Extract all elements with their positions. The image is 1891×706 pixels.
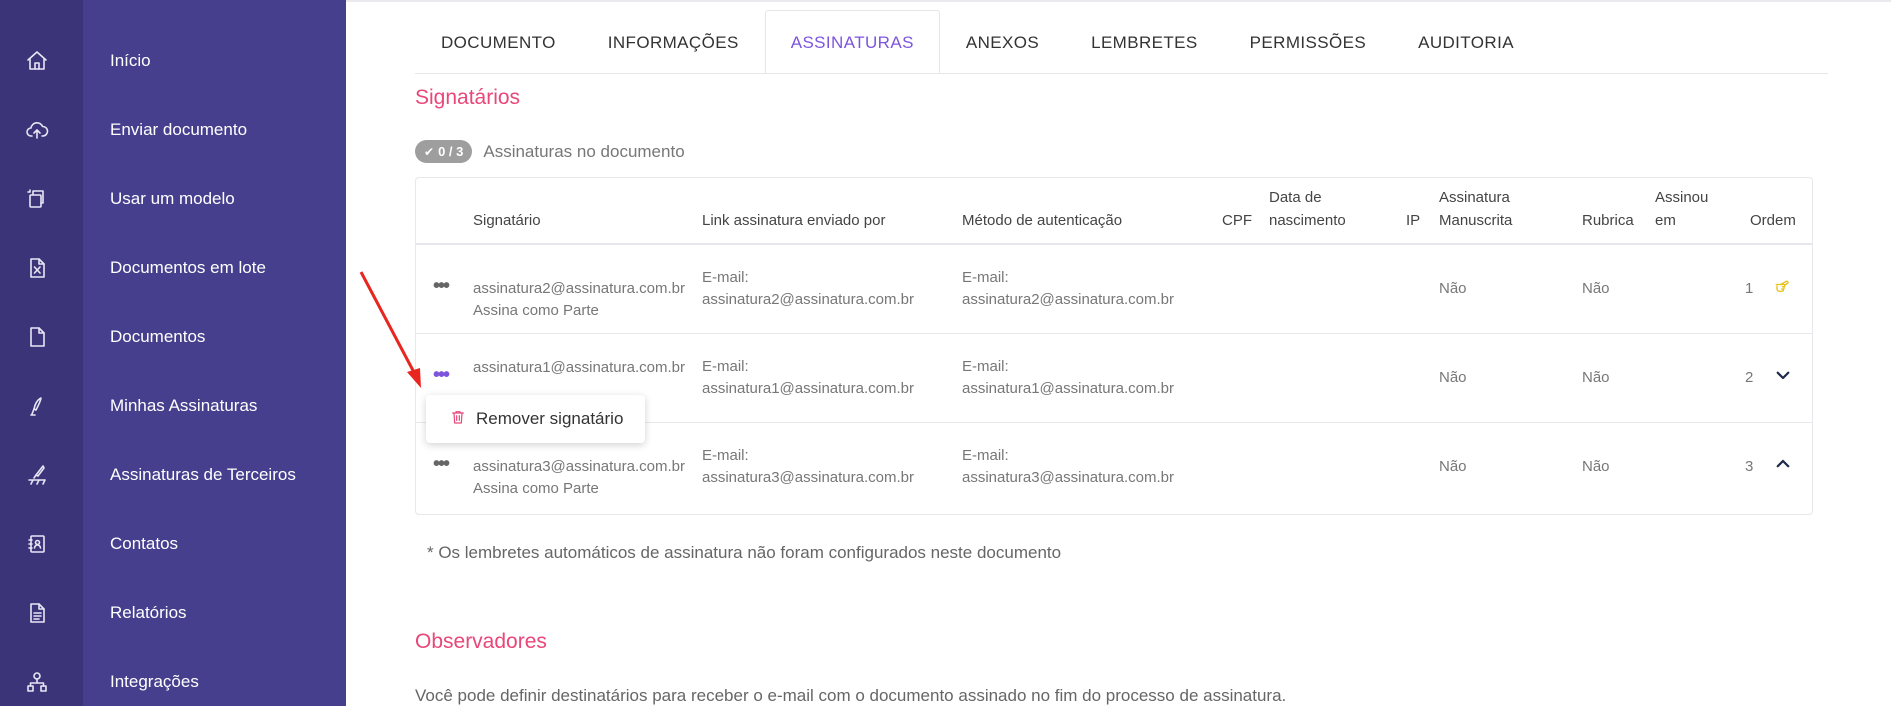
link-type: E-mail: [702,447,749,464]
app-root: Início Enviar documento Usar um modelo D… [0,0,1891,706]
ordem-value: 2 [1745,369,1754,386]
pointing-hand-icon[interactable] [1772,275,1794,297]
col-assinou: Assinou em [1655,189,1709,229]
sidebar-item-label: Enviar documento [110,119,248,139]
third-party-sign-icon [24,462,50,488]
sidebar-item-label: Início [110,50,151,70]
sidebar-item-label: Assinaturas de Terceiros [110,464,296,484]
link-type: E-mail: [702,269,749,286]
table-header: Signatário Link assinatura enviado por M… [416,178,1812,245]
auth-type: E-mail: [962,269,1009,286]
report-icon [24,600,50,626]
template-icon [24,186,50,212]
tab-documento[interactable]: DOCUMENTO [415,10,582,74]
table-row: ••• assinatura2@assinatura.com.br Assina… [416,245,1812,334]
tab-auditoria[interactable]: AUDITORIA [1392,10,1540,74]
file-icon [24,324,50,350]
reminders-note: * Os lembretes automáticos de assinatura… [427,543,1062,562]
signatory-role: Assina como Parte [473,302,599,319]
home-icon [24,48,50,74]
tab-lembretes[interactable]: LEMBRETES [1065,10,1224,74]
rubrica-value: Não [1582,369,1610,386]
signature-count-badge: ✔ 0 / 3 [415,140,473,163]
sidebar-item-label: Minhas Assinaturas [110,395,258,415]
col-rubrica: Rubrica [1582,212,1634,229]
tab-anexos[interactable]: ANEXOS [940,10,1065,74]
top-divider [346,0,1891,2]
sidebar-item-documentos[interactable]: Documentos [0,302,346,371]
integrations-icon [24,669,50,695]
sidebar-item-integracoes[interactable]: Integrações [0,647,346,706]
signatory-email: assinatura1@assinatura.com.br [473,359,685,376]
auth-type: E-mail: [962,358,1009,375]
auth-email: assinatura3@assinatura.com.br [962,469,1174,486]
sidebar-item-label: Contatos [110,533,179,553]
document-tabs: DOCUMENTO INFORMAÇÕES ASSINATURAS ANEXOS… [415,10,1540,74]
signatories-title: Signatários [415,86,521,109]
col-manuscrita: Assinatura Manuscrita [1439,189,1513,229]
auth-type: E-mail: [962,447,1009,464]
signatory-email: assinatura2@assinatura.com.br [473,280,685,297]
tab-permissoes[interactable]: PERMISSÕES [1224,10,1392,74]
sidebar-item-relatorios[interactable]: Relatórios [0,578,346,647]
rubrica-value: Não [1582,458,1610,475]
sidebar-item-documentos-lote[interactable]: Documentos em lote [0,233,346,302]
observers-description: Você pode definir destinatários para rec… [415,686,1287,705]
sidebar-item-label: Relatórios [110,602,187,622]
pen-icon [24,393,50,419]
link-email: assinatura3@assinatura.com.br [702,469,914,486]
sidebar-item-contatos[interactable]: Contatos [0,509,346,578]
sidebar-item-usar-modelo[interactable]: Usar um modelo [0,164,346,233]
signatory-email: assinatura3@assinatura.com.br [473,458,685,475]
remove-signatory-label: Remover signatário [476,409,624,428]
ordem-value: 1 [1745,280,1754,297]
manuscrita-value: Não [1439,369,1467,386]
annotation-arrow-icon [359,271,421,388]
sidebar-item-label: Documentos em lote [110,257,266,277]
contacts-icon [24,531,50,557]
trash-icon [450,409,466,430]
row-actions-button-active[interactable]: ••• [433,365,450,385]
manuscrita-value: Não [1439,458,1467,475]
chevron-down-icon[interactable] [1772,364,1794,386]
signature-count: ✔ 0 / 3 Assinaturas no documento [415,140,685,163]
sidebar-item-label: Documentos [110,326,206,346]
link-type: E-mail: [702,358,749,375]
sidebar-item-minhas-assinaturas[interactable]: Minhas Assinaturas [0,371,346,440]
sidebar-item-label: Integrações [110,671,199,691]
signature-count-label: Assinaturas no documento [483,141,685,161]
auth-email: assinatura1@assinatura.com.br [962,380,1174,397]
sidebar-item-label: Usar um modelo [110,188,235,208]
tabs-divider [415,73,1828,74]
col-cpf: CPF [1222,212,1252,229]
cloud-upload-icon [24,117,50,143]
signature-count-value: 0 / 3 [438,144,464,159]
sidebar-item-enviar-documento[interactable]: Enviar documento [0,95,346,164]
col-nascimento: Data de nascimento [1269,189,1346,229]
signatory-role: Assina como Parte [473,480,599,497]
col-ip: IP [1406,212,1421,229]
ordem-value: 3 [1745,458,1754,475]
chevron-up-icon[interactable] [1772,453,1794,475]
rubrica-value: Não [1582,280,1610,297]
tab-assinaturas[interactable]: ASSINATURAS [764,10,940,74]
link-email: assinatura1@assinatura.com.br [702,380,914,397]
signatories-table: Signatário Link assinatura enviado por M… [415,177,1813,515]
col-signatario: Signatário [473,212,541,229]
col-ordem: Ordem [1750,212,1796,229]
row-actions-button[interactable]: ••• [433,276,450,296]
spreadsheet-icon [24,255,50,281]
sidebar-item-inicio[interactable]: Início [0,26,346,95]
auth-email: assinatura2@assinatura.com.br [962,291,1174,308]
check-icon: ✔ [424,144,435,159]
row-actions-button[interactable]: ••• [433,454,450,474]
manuscrita-value: Não [1439,280,1467,297]
col-metodo: Método de autenticação [962,212,1123,229]
tab-informacoes[interactable]: INFORMAÇÕES [582,10,765,74]
link-email: assinatura2@assinatura.com.br [702,291,914,308]
sidebar-item-assinaturas-terceiros[interactable]: Assinaturas de Terceiros [0,440,346,509]
col-link: Link assinatura enviado por [702,212,886,229]
remove-signatory-menu-item[interactable]: Remover signatário [426,395,645,443]
observers-title: Observadores [415,630,547,653]
